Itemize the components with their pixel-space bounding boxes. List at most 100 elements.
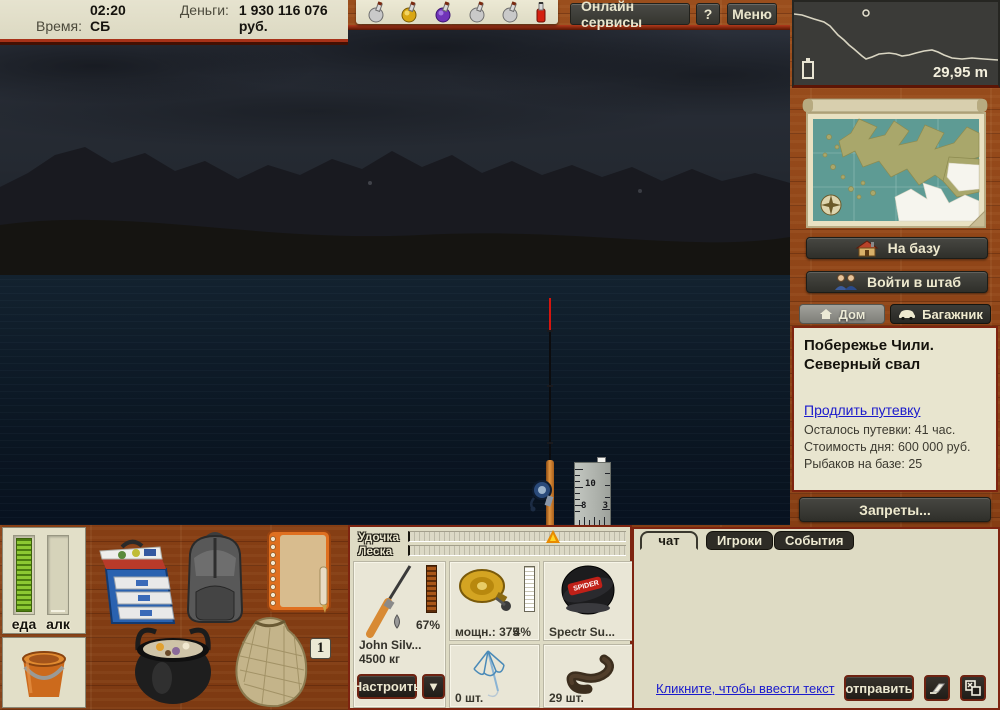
tab-trunk[interactable]: Багажник: [890, 304, 991, 324]
location-title: Побережье Чили. Северный свал: [804, 337, 934, 373]
eraser-icon: [930, 683, 945, 694]
rod-slot[interactable]: 67% John Silv... 4500 кг Настроить ▼: [353, 561, 446, 708]
lure-icon: [394, 614, 400, 629]
chat-panel: чат Игроки События Кликните, чтобы ввест…: [632, 527, 1000, 710]
flask-yellow-icon[interactable]: [398, 1, 422, 23]
potions-panel: [356, 0, 558, 24]
rod-dropdown-button[interactable]: ▼: [422, 674, 445, 699]
alcohol-meter: [47, 535, 69, 615]
money-label: Деньги:: [179, 2, 229, 18]
reel-item-icon: [459, 569, 511, 611]
send-button[interactable]: отправить: [844, 675, 914, 701]
rod-wear-percent: 67%: [416, 618, 441, 632]
chat-input-link[interactable]: Кликните, чтобы ввести текст: [656, 681, 835, 696]
time-value: 02:20 СБ: [90, 2, 126, 34]
expand-chat-button[interactable]: [960, 675, 986, 701]
depth-value: 29,95 m: [932, 64, 988, 81]
tab-players[interactable]: Игроки: [706, 531, 774, 550]
line-slot[interactable]: SPIDER Spectr Su...: [543, 561, 634, 641]
menu-button[interactable]: Меню: [727, 3, 777, 25]
mesh-bag-item[interactable]: [222, 612, 318, 710]
people-icon: [834, 274, 857, 290]
fishing-rod-tip: [549, 298, 551, 330]
line-spool-icon: SPIDER: [561, 565, 615, 615]
flask-silver-icon[interactable]: [365, 1, 389, 23]
line-gauge-label: Леска: [358, 543, 393, 558]
item-count-badge: 1: [310, 638, 331, 659]
rod-guide: [547, 330, 553, 332]
worm-bait-icon: [566, 654, 614, 694]
game-window: 10 8 3 Время: 02:20 СБ Деньги: 1 930 116…: [0, 0, 1000, 710]
flask-silver-icon[interactable]: [499, 1, 523, 23]
ticket-remaining: Осталось путевки: 41 час.: [804, 423, 956, 437]
help-button[interactable]: ?: [696, 3, 720, 25]
flask-silver-icon[interactable]: [466, 1, 490, 23]
ruler-number: 3: [602, 501, 608, 511]
bans-button[interactable]: Запреты...: [799, 497, 991, 522]
reel-power: мощн.: 375: [455, 625, 520, 639]
food-meter-fill: [16, 538, 32, 612]
bottle-red-icon[interactable]: [533, 1, 549, 23]
needs-meters-panel: еда алк: [2, 527, 86, 634]
tab-chat[interactable]: чат: [640, 531, 698, 550]
rod-durability-bar: [408, 530, 626, 543]
bait-count: 29 шт.: [549, 691, 584, 705]
extend-ticket-link[interactable]: Продлить путевку: [804, 402, 920, 418]
enter-hq-button[interactable]: Войти в штаб: [806, 271, 988, 293]
configure-button[interactable]: Настроить: [353, 674, 421, 699]
topbar-divider: [348, 25, 790, 30]
alcohol-label: алк: [46, 616, 70, 632]
tab-home[interactable]: Дом: [799, 304, 885, 324]
fish-marker-icon: [862, 9, 870, 17]
depth-ruler[interactable]: 10 8 3: [574, 462, 611, 525]
warning-triangle-icon: [546, 530, 561, 543]
money-value: 1 930 116 076 руб.: [238, 2, 328, 34]
rod-item-icon: [366, 565, 412, 638]
notebook-item[interactable]: [258, 527, 338, 615]
tackle-box-item[interactable]: [92, 535, 182, 629]
car-icon: [899, 309, 916, 320]
bucket-slot[interactable]: [2, 637, 86, 708]
alcohol-meter-fill: [51, 610, 65, 612]
location-info-panel: Побережье Чили. Северный свал Продлить п…: [792, 326, 998, 492]
rod-gauge-label: Удочка: [358, 529, 400, 544]
tab-events[interactable]: События: [774, 531, 855, 550]
day-cost: Стоимость дня: 600 000 руб.: [804, 440, 971, 454]
cauldron-item[interactable]: [126, 616, 220, 708]
water-surface[interactable]: [0, 275, 790, 525]
umbrella-rig-slot[interactable]: 0 шт.: [449, 644, 540, 708]
battery-icon: [802, 58, 814, 79]
home-icon: [819, 309, 832, 319]
house-icon: [855, 240, 879, 257]
reel-wear-bar: [524, 566, 535, 612]
time-label: Время:: [36, 18, 83, 34]
mountain-silhouette: [0, 147, 790, 285]
online-services-button[interactable]: Онлайн сервисы: [570, 0, 690, 30]
status-panel: Время: 02:20 СБ Деньги: 1 930 116 076 ру…: [0, 0, 348, 42]
reel-slot[interactable]: мощн.: 375 4%: [449, 561, 540, 641]
flask-purple-icon[interactable]: [432, 1, 456, 23]
chat-messages-area[interactable]: [638, 553, 994, 666]
tackle-panel: Удочка Леска 67% John Silv... 4500 кг На…: [348, 525, 634, 710]
resize-icon: [965, 680, 981, 696]
rod-guide: [547, 385, 553, 387]
clear-chat-button[interactable]: [924, 675, 950, 701]
fishing-scene[interactable]: 10 8 3: [0, 30, 790, 525]
location-map[interactable]: [799, 97, 991, 235]
ruler-number: 8: [581, 501, 587, 511]
rod-guide: [547, 442, 553, 444]
line-durability-bar: [408, 545, 626, 556]
reel-wear-percent: 4%: [513, 625, 531, 639]
reel-icon: [530, 480, 554, 512]
compass-rose-icon: [820, 194, 842, 216]
food-meter: [13, 535, 35, 615]
bucket-icon: [22, 650, 66, 697]
bait-slot[interactable]: 29 шт.: [543, 644, 634, 708]
rod-test-weight: 4500 кг: [359, 652, 401, 666]
line-name: Spectr Su...: [549, 625, 616, 639]
sonar-panel: 29,95 m: [792, 0, 1000, 88]
rod-name: John Silv...: [359, 638, 422, 652]
depth-profile-chart: [794, 9, 998, 61]
umbrella-count: 0 шт.: [455, 691, 484, 705]
to-base-button[interactable]: На базу: [806, 237, 988, 259]
